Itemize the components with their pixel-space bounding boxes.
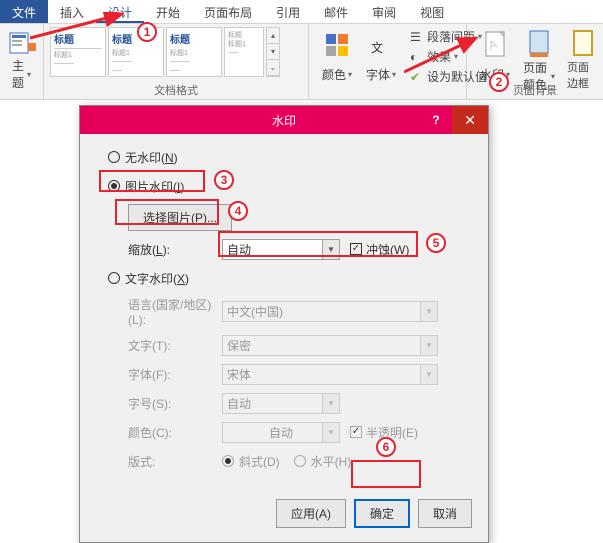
tab-review[interactable]: 审阅: [360, 0, 408, 23]
tab-view[interactable]: 视图: [408, 0, 456, 23]
washout-checkbox[interactable]: [350, 243, 362, 255]
para-icon: ☰: [410, 30, 424, 44]
chevron-down-icon: ▼: [420, 365, 437, 384]
word-label: 文字(T):: [128, 337, 222, 354]
tab-file[interactable]: 文件: [0, 0, 48, 23]
radio-text[interactable]: [108, 272, 120, 284]
docfmt-label: 文档格式: [44, 82, 308, 98]
trans-label: 半透明(E): [366, 424, 418, 441]
choose-picture-button[interactable]: 选择图片(P)...: [128, 204, 232, 231]
radio-horiz[interactable]: [294, 455, 306, 467]
watermark-button[interactable]: A 水印▾: [473, 27, 517, 85]
gallery-item[interactable]: 标题标题1──────: [108, 27, 164, 77]
chevron-down-icon: ▼: [420, 302, 437, 321]
gallery-scroll[interactable]: ▴▾⌄: [266, 27, 280, 77]
chevron-down-icon: ▼: [420, 336, 437, 355]
chevron-down-icon: ▼: [322, 423, 339, 442]
layout-label: 版式:: [128, 453, 222, 470]
tab-start[interactable]: 开始: [144, 0, 192, 23]
ok-button[interactable]: 确定: [354, 499, 410, 528]
style-gallery[interactable]: 标题标题1──── 标题标题1────── 标题标题1────── 标题标题1─…: [50, 27, 302, 83]
gallery-item[interactable]: 标题标题1──: [224, 27, 264, 77]
lang-select[interactable]: 中文(中国)▼: [222, 301, 438, 322]
lang-label: 语言(国家/地区)(L):: [128, 296, 222, 327]
theme-icon: [6, 29, 38, 57]
font-button[interactable]: 文 字体▾: [359, 27, 403, 85]
none-label: 无水印(N): [125, 149, 178, 166]
pagecolor-icon: [523, 29, 555, 59]
diag-label: 斜式(D): [239, 453, 280, 470]
gallery-item[interactable]: 标题标题1────: [50, 27, 106, 77]
chevron-down-icon: ▼: [322, 240, 339, 259]
theme-label: 主题: [12, 57, 25, 91]
theme-button[interactable]: 主题▾: [6, 27, 37, 85]
color-select[interactable]: 自动▼: [222, 422, 340, 443]
gallery-item[interactable]: 标题标题1──────: [166, 27, 222, 77]
picture-label: 图片水印(I): [125, 178, 184, 195]
svg-text:文: 文: [371, 40, 383, 55]
watermark-dialog: 水印 ? ✕ 无水印(N) 图片水印(I) 选择图片(P)... 缩放(L): …: [79, 105, 489, 543]
color-button[interactable]: 颜色▾: [315, 27, 359, 85]
pagebg-label: 页面背景: [467, 82, 603, 98]
text-label: 文字水印(X): [125, 270, 189, 287]
tab-insert[interactable]: 插入: [48, 0, 96, 23]
washout-label: 冲蚀(W): [366, 241, 409, 258]
tab-ref[interactable]: 引用: [264, 0, 312, 23]
tab-design[interactable]: 设计: [96, 0, 144, 23]
radio-none[interactable]: [108, 151, 120, 163]
size-label: 字号(S):: [128, 395, 222, 412]
pageborder-icon: [567, 29, 599, 59]
ribbon: 主题▾ 标题标题1──── 标题标题1────── 标题标题1────── 标题…: [0, 24, 603, 100]
scale-select[interactable]: 自动▼: [222, 239, 340, 260]
trans-checkbox[interactable]: [350, 426, 362, 438]
dialog-titlebar: 水印 ? ✕: [80, 106, 488, 134]
effect-icon: ◐: [410, 50, 424, 64]
font-icon: 文: [365, 29, 397, 61]
color-icon: [321, 29, 353, 61]
color-label: 颜色(C):: [128, 424, 222, 441]
check-icon: ✔: [410, 70, 424, 84]
tab-mail[interactable]: 邮件: [312, 0, 360, 23]
cancel-button[interactable]: 取消: [418, 499, 472, 528]
font-select[interactable]: 宋体▼: [222, 364, 438, 385]
ribbon-tabs: 文件 插入 设计 开始 页面布局 引用 邮件 审阅 视图: [0, 0, 603, 24]
pageborder-button[interactable]: 页面边框: [561, 27, 603, 85]
scale-label: 缩放(L):: [128, 241, 222, 258]
word-select[interactable]: 保密▼: [222, 335, 438, 356]
dialog-title: 水印: [272, 112, 296, 129]
radio-picture[interactable]: [108, 180, 120, 192]
dialog-help-button[interactable]: ?: [420, 106, 452, 134]
pagecolor-button[interactable]: 页面颜色▾: [517, 27, 561, 85]
radio-diag[interactable]: [222, 455, 234, 467]
font-label: 字体(F):: [128, 366, 222, 383]
horiz-label: 水平(H): [311, 453, 352, 470]
tab-layout[interactable]: 页面布局: [192, 0, 264, 23]
dialog-close-button[interactable]: ✕: [452, 106, 488, 134]
watermark-icon: A: [479, 29, 511, 61]
chevron-down-icon: ▼: [322, 394, 339, 413]
size-select[interactable]: 自动▼: [222, 393, 340, 414]
apply-button[interactable]: 应用(A): [276, 499, 346, 528]
